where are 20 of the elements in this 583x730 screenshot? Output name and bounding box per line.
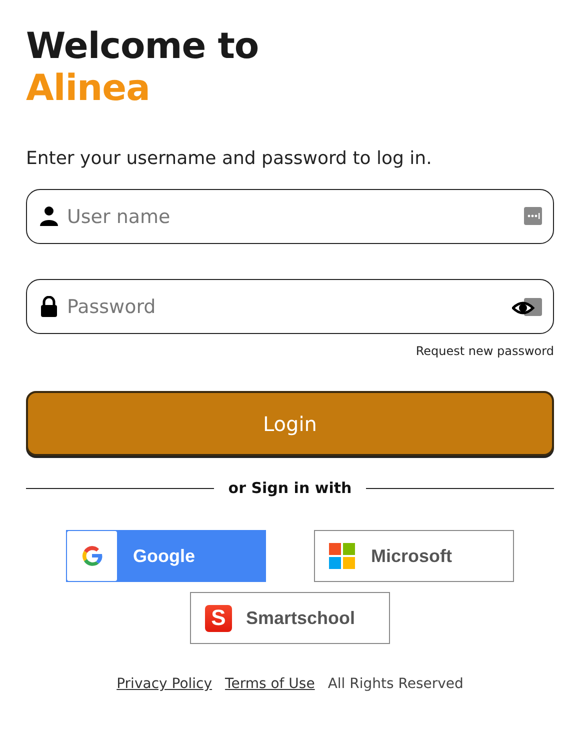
footer-link[interactable]: Privacy Policy — [116, 676, 212, 692]
sign-in-button[interactable]: S Smartschool — [190, 592, 390, 644]
sign-in-button[interactable]: Google — [66, 530, 266, 582]
user-icon — [40, 206, 58, 226]
microsoft-logo-icon — [329, 543, 355, 569]
sign-in-button[interactable]: Microsoft — [314, 530, 514, 582]
footer-link[interactable]: Terms of Use — [225, 676, 315, 692]
smartschool-logo-icon: S — [205, 604, 232, 632]
show-password-icon[interactable] — [512, 297, 542, 317]
lock-icon — [40, 296, 58, 317]
rights-text: All Rights Reserved — [328, 676, 464, 692]
autofill-icon[interactable] — [524, 207, 542, 225]
google-logo-icon — [80, 544, 104, 568]
instruction-text: Enter your username and password to log in. — [26, 148, 432, 169]
request-password-link[interactable]: Request new password — [416, 344, 554, 358]
welcome-title: Welcome to — [26, 26, 259, 68]
divider-text: or Sign in with — [228, 479, 352, 497]
username-field[interactable]: User name — [26, 189, 554, 244]
password-field[interactable]: Password — [26, 279, 554, 334]
brand-title: Alinea — [26, 68, 150, 110]
